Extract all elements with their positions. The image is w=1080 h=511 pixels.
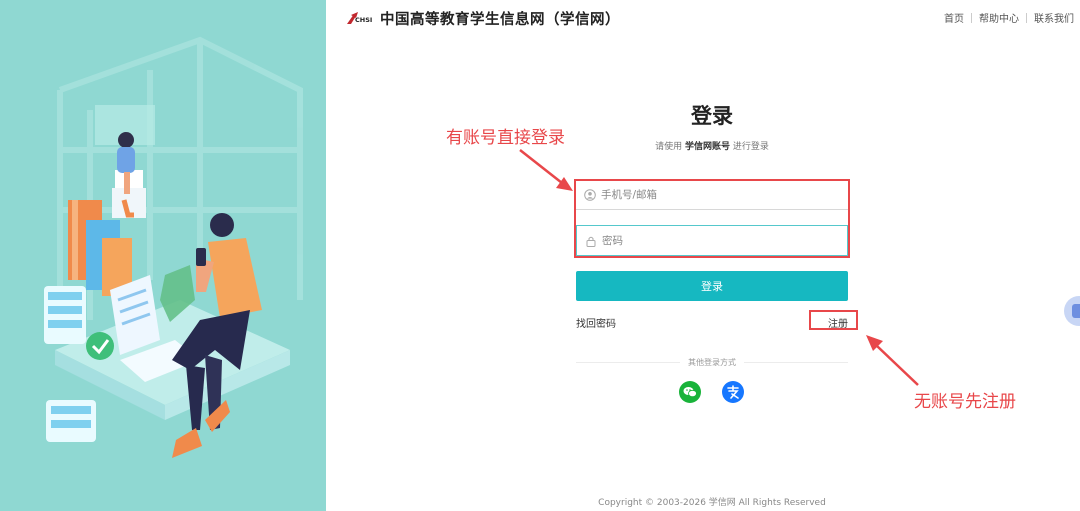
alipay-icon xyxy=(727,385,739,399)
nav-divider xyxy=(971,12,972,23)
nav-contact-link[interactable]: 联系我们 xyxy=(1034,10,1074,25)
annotation-box-register xyxy=(809,310,858,330)
wechat-icon xyxy=(683,387,697,398)
login-button[interactable]: 登录 xyxy=(576,271,848,301)
copyright-text: Copyright © 2003-2026 学信网 All Rights Res… xyxy=(598,498,826,508)
annotation-have-account: 有账号直接登录 xyxy=(446,128,565,148)
subtitle-suffix: 进行登录 xyxy=(732,142,769,152)
alipay-login-button[interactable] xyxy=(722,381,744,403)
logo-text: CHSI xyxy=(355,15,373,24)
forgot-password-link[interactable]: 找回密码 xyxy=(576,315,616,330)
other-login-label: 其他登录方式 xyxy=(688,358,736,367)
wechat-login-button[interactable] xyxy=(679,381,701,403)
login-page: CHSI 中国高等教育学生信息网（学信网） 首页 帮助中心 联系我们 登录 请使… xyxy=(0,0,1080,511)
nav-divider xyxy=(1026,12,1027,23)
divider-line xyxy=(576,362,680,363)
site-logo[interactable]: CHSI 中国高等教育学生信息网（学信网） xyxy=(346,8,620,29)
site-title: 中国高等教育学生信息网（学信网） xyxy=(380,12,620,28)
nav-home-link[interactable]: 首页 xyxy=(944,10,964,25)
divider-line xyxy=(744,362,848,363)
chsi-logo-icon: CHSI xyxy=(346,10,376,28)
nav-help-link[interactable]: 帮助中心 xyxy=(979,10,1019,25)
annotation-no-account: 无账号先注册 xyxy=(914,392,1016,412)
illustration-graphic xyxy=(0,0,326,511)
other-login-divider: 其他登录方式 xyxy=(576,357,848,368)
floating-help-button[interactable] xyxy=(1064,296,1080,326)
login-subtitle: 请使用 学信网账号 进行登录 xyxy=(576,139,848,152)
arrow-to-fields xyxy=(519,149,573,191)
chat-icon xyxy=(1072,304,1080,318)
annotation-box-credentials xyxy=(574,179,850,258)
hero-illustration xyxy=(0,0,326,511)
arrow-to-register xyxy=(866,335,919,386)
subtitle-prefix: 请使用 xyxy=(655,142,683,152)
login-title: 登录 xyxy=(691,104,733,128)
top-nav: 首页 帮助中心 联系我们 xyxy=(944,10,1074,25)
subtitle-account: 学信网账号 xyxy=(684,142,730,152)
